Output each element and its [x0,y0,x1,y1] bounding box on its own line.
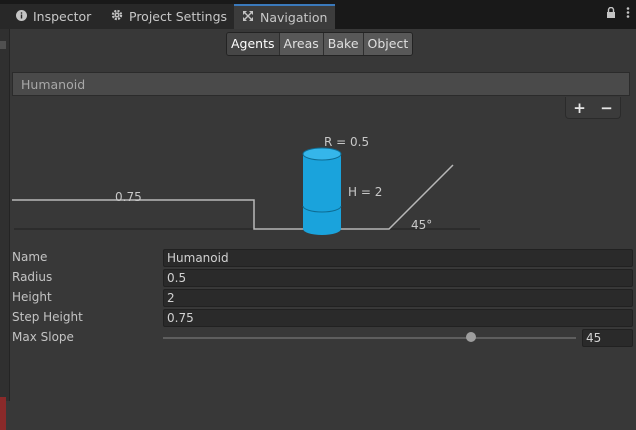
max-slope-label: Max Slope [12,330,74,344]
step-height-field[interactable]: 0.75 [163,309,633,327]
name-field[interactable]: Humanoid [163,249,633,267]
add-agent-button[interactable]: + [573,99,586,117]
areas-button[interactable]: Areas [279,33,324,55]
height-label: H = 2 [348,185,382,199]
radius-label-text: Radius [12,270,53,284]
bake-button[interactable]: Bake [323,33,364,55]
remove-agent-button[interactable]: − [600,99,613,117]
agents-button[interactable]: Agents [227,33,280,55]
max-slope-slider-thumb[interactable] [466,332,476,342]
step-label: 0.75 [115,190,142,204]
name-label: Name [12,250,48,264]
info-icon [16,9,27,24]
agent-list-footer: + − [565,97,621,119]
radius-field[interactable]: 0.5 [163,269,633,287]
agent-list-item-label: Humanoid [21,77,86,92]
radius-label: R = 0.5 [324,135,369,149]
tab-inspector[interactable]: Inspector [0,4,97,29]
agent-cylinder [302,147,342,235]
height-label-text: Height [12,290,52,304]
tab-navigation[interactable]: Navigation [234,4,335,29]
agent-list-item[interactable]: Humanoid [12,72,630,96]
navigation-icon [242,10,254,25]
more-options-icon[interactable] [626,7,630,21]
tab-project-settings-label: Project Settings [129,9,228,24]
step-height-label: Step Height [12,310,83,324]
gear-icon [111,9,123,24]
slope-label: 45° [411,218,432,232]
window-buttons [606,6,630,21]
tab-project-settings[interactable]: Project Settings [97,4,234,29]
tab-inspector-label: Inspector [33,9,92,24]
max-slope-field[interactable]: 45 [582,329,633,347]
step-slope-outline [12,164,454,230]
tab-navigation-label: Navigation [260,10,328,25]
lock-icon[interactable] [606,6,616,21]
object-button[interactable]: Object [363,33,413,55]
max-slope-slider-track[interactable] [163,337,576,339]
navigation-mode-toolbar: Agents Areas Bake Object [226,32,414,56]
agent-diagram: R = 0.5 H = 2 0.75 45° [12,135,480,235]
height-field[interactable]: 2 [163,289,633,307]
